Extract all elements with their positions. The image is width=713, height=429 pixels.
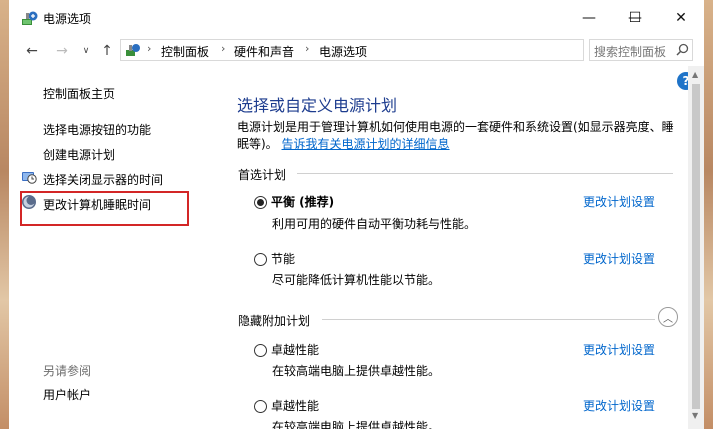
plan-radio-power-saver[interactable] bbox=[254, 253, 267, 266]
plan-desc-ultimate: 在较高端电脑上提供卓越性能。 bbox=[272, 364, 441, 378]
left-navigation-pane: 控制面板主页 选择电源按钮的功能 创建电源计划 选择关闭显示器的时间 更改计算机… bbox=[9, 66, 209, 429]
search-placeholder: 搜索控制面板 bbox=[594, 45, 667, 59]
intro-paragraph: 电源计划是用于管理计算机如何使用电源的一套硬件和系统设置(如显示器亮度、睡眠等)… bbox=[237, 119, 677, 153]
chevron-up-icon: ︿ bbox=[663, 313, 673, 325]
breadcrumb-separator: › bbox=[147, 42, 152, 55]
control-panel-icon bbox=[126, 44, 140, 56]
monitor-clock-icon bbox=[22, 172, 37, 184]
navigation-bar: ← → ∨ ↑ › 控制面板 › 硬件和声音 › 电源选项 ∨ ↻ 搜索控制面板 bbox=[9, 36, 704, 66]
power-plan-info-link[interactable]: 告诉我有关电源计划的详细信息 bbox=[282, 137, 450, 151]
plan-name-ultimate: 卓越性能 bbox=[271, 343, 320, 357]
plan-radio-ultimate-2[interactable] bbox=[254, 400, 267, 413]
main-content: ? 选择或自定义电源计划 电源计划是用于管理计算机如何使用电源的一套硬件和系统设… bbox=[209, 66, 695, 429]
change-plan-settings-link[interactable]: 更改计划设置 bbox=[583, 397, 655, 414]
hidden-plans-heading: 隐藏附加计划 bbox=[238, 314, 311, 328]
power-options-icon bbox=[22, 11, 38, 25]
desktop-wallpaper-right bbox=[704, 0, 713, 429]
section-divider bbox=[322, 319, 655, 320]
arrow-up-icon: ↑ bbox=[101, 43, 113, 59]
search-icon bbox=[676, 43, 689, 56]
section-divider bbox=[297, 173, 673, 174]
see-also-heading: 另请参阅 bbox=[43, 364, 92, 378]
forward-button[interactable]: → bbox=[53, 42, 71, 60]
sidebar-item-create-plan[interactable]: 创建电源计划 bbox=[43, 146, 115, 163]
close-icon: ✕ bbox=[675, 10, 687, 26]
scrollbar-thumb[interactable] bbox=[692, 84, 700, 409]
plan-radio-ultimate[interactable] bbox=[254, 344, 267, 357]
breadcrumb-control-panel[interactable]: 控制面板 bbox=[161, 43, 209, 60]
breadcrumb-separator: › bbox=[221, 42, 226, 55]
user-accounts-link[interactable]: 用户帐户 bbox=[43, 386, 91, 403]
minimize-button-visible[interactable]: — bbox=[566, 0, 612, 36]
plan-desc-power-saver: 尽可能降低计算机性能以节能。 bbox=[272, 273, 441, 287]
arrow-left-icon: ← bbox=[26, 43, 38, 59]
address-bar[interactable]: › 控制面板 › 硬件和声音 › 电源选项 ∨ ↻ bbox=[120, 39, 680, 61]
scroll-up-icon[interactable]: ▲ bbox=[692, 70, 698, 79]
minimize-glyph-icon: — bbox=[582, 10, 596, 26]
change-plan-settings-link[interactable]: 更改计划设置 bbox=[583, 341, 655, 358]
plan-desc-ultimate-2: 在较高端电脑上提供卓越性能。 bbox=[272, 420, 441, 429]
plan-radio-balanced[interactable] bbox=[254, 196, 267, 209]
collapse-button[interactable]: ︿ bbox=[658, 307, 678, 327]
change-plan-settings-link[interactable]: 更改计划设置 bbox=[583, 250, 655, 267]
arrow-right-icon: → bbox=[56, 43, 68, 59]
recent-locations-button[interactable]: ∨ bbox=[77, 42, 95, 60]
up-button[interactable]: ↑ bbox=[98, 42, 116, 60]
maximize-icon: ☐ bbox=[628, 10, 642, 26]
scroll-down-icon[interactable]: ▼ bbox=[692, 411, 698, 420]
control-panel-home-link[interactable]: 控制面板主页 bbox=[43, 85, 115, 102]
sidebar-item-power-button[interactable]: 选择电源按钮的功能 bbox=[43, 121, 151, 138]
breadcrumb-power-options[interactable]: 电源选项 bbox=[319, 43, 367, 60]
highlight-box bbox=[20, 191, 189, 226]
plan-desc-balanced: 利用可用的硬件自动平衡功耗与性能。 bbox=[272, 217, 477, 231]
plan-name-power-saver: 节能 bbox=[271, 252, 296, 266]
close-button[interactable]: ✕ bbox=[658, 0, 704, 36]
back-button[interactable]: ← bbox=[23, 42, 41, 60]
maximize-button[interactable]: ☐ bbox=[612, 0, 658, 36]
sidebar-item-display-off-time[interactable]: 选择关闭显示器的时间 bbox=[43, 171, 163, 188]
plan-name-ultimate-2: 卓越性能 bbox=[271, 399, 320, 413]
breadcrumb-hardware-sound[interactable]: 硬件和声音 bbox=[234, 43, 294, 60]
change-plan-settings-link[interactable]: 更改计划设置 bbox=[583, 193, 655, 210]
vertical-scrollbar[interactable]: ▲ ▼ bbox=[688, 66, 704, 429]
search-input[interactable]: 搜索控制面板 bbox=[589, 39, 693, 61]
plan-name-balanced: 平衡 (推荐) bbox=[271, 195, 335, 209]
window-title: 电源选项 bbox=[43, 12, 92, 26]
breadcrumb-separator: › bbox=[305, 42, 310, 55]
preferred-plans-heading: 首选计划 bbox=[238, 168, 287, 182]
page-title: 选择或自定义电源计划 bbox=[237, 96, 398, 115]
chevron-down-icon: ∨ bbox=[82, 46, 90, 56]
desktop-wallpaper-left bbox=[0, 0, 9, 429]
power-options-window: 电源选项 — — ☐ ✕ ← → ∨ ↑ › 控制面板 › 硬件和声音 › 电源… bbox=[9, 0, 704, 429]
